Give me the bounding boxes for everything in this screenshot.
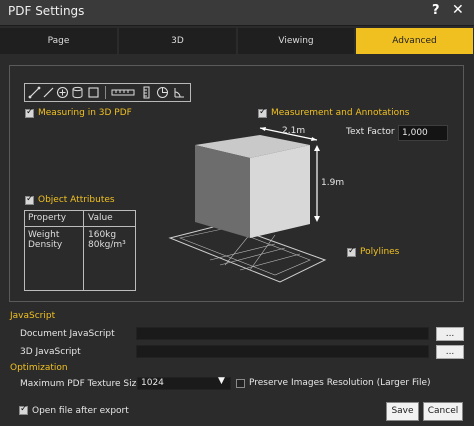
document-javascript-field[interactable] [136,327,429,340]
measuring-3d-label: Measuring in 3D PDF [38,108,132,118]
close-icon[interactable]: ✕ [452,2,464,18]
cylinder-icon[interactable] [71,86,84,99]
tab-advanced[interactable]: Advanced [356,28,474,54]
3d-javascript-field[interactable] [136,345,429,358]
ruler-icon[interactable] [111,86,135,99]
chevron-down-icon[interactable]: ▼ [218,376,225,386]
text-factor-input[interactable]: 1,000 [398,125,448,141]
angle-icon[interactable] [173,86,186,99]
measuring-3d-checkbox[interactable] [25,107,34,118]
toolbar-divider [105,86,106,99]
cancel-button[interactable]: Cancel [423,402,463,421]
tab-3d[interactable]: 3D [119,28,237,54]
tab-viewing[interactable]: Viewing [238,28,355,54]
measurement-annotations-checkbox[interactable] [258,107,267,118]
save-button[interactable]: Save [386,402,419,421]
thickness-icon[interactable] [156,86,169,99]
table-divider [25,226,135,227]
table-property-weight: Weight [28,230,60,240]
height-dimension-icon [314,145,320,222]
preserve-resolution-label: Preserve Images Resolution (Larger File) [249,378,431,388]
height-dimension-label: 1.9m [321,178,345,188]
preserve-resolution-checkbox[interactable] [236,379,245,388]
help-icon[interactable]: ? [432,3,440,18]
line-icon[interactable] [42,86,55,99]
table-divider [83,211,84,290]
table-header-property: Property [28,213,67,223]
table-value-density: 80kg/m³ [88,240,126,250]
texture-size-select[interactable]: 1024 [137,377,231,390]
table-header-value: Value [88,213,113,223]
window-title: PDF Settings [8,4,85,18]
box-icon[interactable] [87,86,100,99]
preview-illustration [168,127,327,283]
3d-javascript-label: 3D JavaScript [20,347,81,357]
javascript-section-title: JavaScript [10,311,56,321]
table-value-weight: 160kg [88,230,117,240]
texture-size-label: Maximum PDF Texture Size [20,379,142,389]
measure-toolbar [24,83,191,102]
tab-page[interactable]: Page [0,28,118,54]
3d-javascript-browse-button[interactable]: ... [436,345,464,359]
tab-bar: Page 3D Viewing Advanced [0,28,474,54]
document-javascript-browse-button[interactable]: ... [436,327,464,341]
open-after-export-checkbox[interactable] [19,404,28,415]
point-to-point-icon[interactable] [28,86,41,99]
height-icon[interactable] [140,86,153,99]
cube-icon [195,135,310,238]
open-after-export-label: Open file after export [32,406,129,416]
object-attributes-label: Object Attributes [38,195,115,205]
polylines-checkbox[interactable] [347,246,356,257]
radial-icon[interactable] [56,86,69,99]
table-property-density: Density [28,240,63,250]
width-dimension-label: 2.1m [282,126,306,136]
polylines-label: Polylines [360,247,400,257]
optimization-section-title: Optimization [10,363,68,373]
document-javascript-label: Document JavaScript [20,329,115,339]
object-attributes-checkbox[interactable] [25,194,34,205]
attributes-table: Property Value Weight Density 160kg 80kg… [24,210,136,291]
measurement-annotations-label: Measurement and Annotations [271,108,410,118]
